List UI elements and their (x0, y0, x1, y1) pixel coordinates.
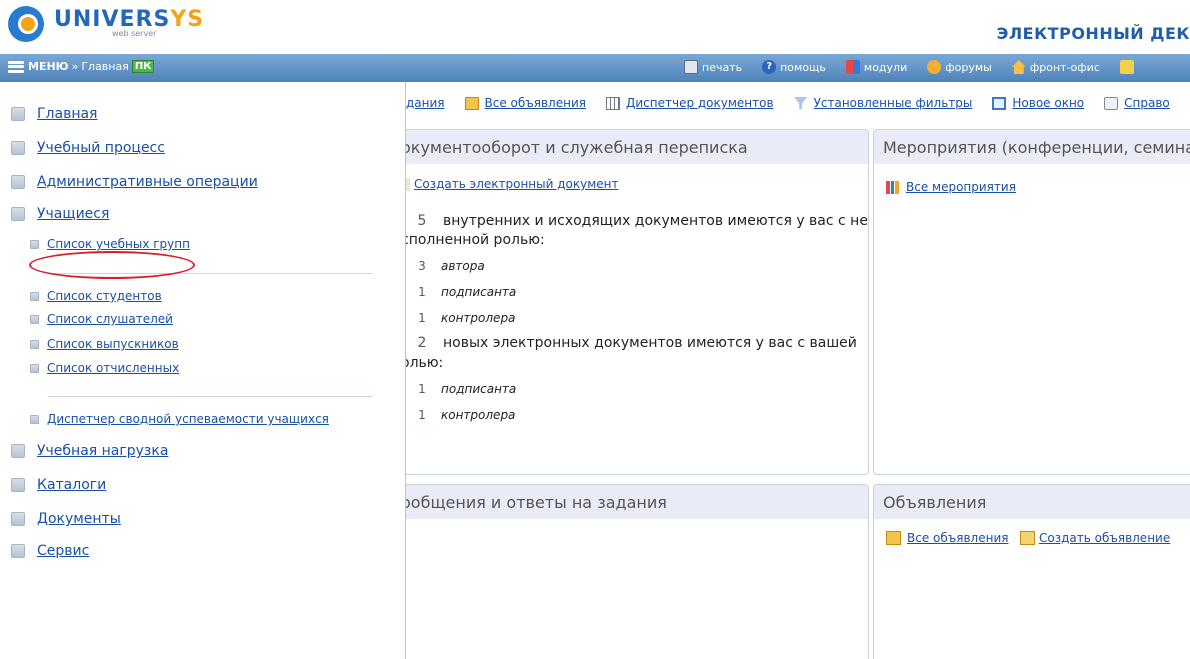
top-nav-bar: МЕНЮ » Главная ПК печать ? помощь модули… (0, 54, 1190, 82)
documents-panel-title: окументооборот и служебная переписка (401, 130, 868, 164)
forums-icon (927, 60, 942, 74)
submenu-students-list[interactable]: Список студентов (30, 289, 162, 303)
document-manager-icon (605, 96, 620, 110)
create-document-link[interactable]: Создать электронный документ (401, 177, 619, 191)
toolbar-document-manager[interactable]: Диспетчер документов (605, 96, 774, 110)
toolbar-filters[interactable]: Установленные фильтры (793, 96, 972, 110)
submenu-bullet-icon (30, 363, 39, 373)
stat-count[interactable]: 2 (407, 335, 437, 351)
front-office-icon (1011, 60, 1026, 74)
breadcrumb-separator: » (71, 60, 79, 73)
menu-bullet-icon (11, 444, 25, 458)
create-announcement-link[interactable]: Создать объявление (1020, 531, 1170, 545)
events-panel-title: Мероприятия (конференции, семина (874, 130, 1190, 164)
announcement-icon (886, 531, 901, 545)
announcements-panel-title: Объявления (874, 485, 1190, 519)
stat-continuation: сполненной ролью: (401, 232, 545, 248)
menu-bullet-icon (11, 107, 25, 121)
pk-badge[interactable]: ПК (131, 60, 155, 73)
toolbar-reference[interactable]: Справо (1104, 96, 1170, 110)
stat-row-author[interactable]: 3 автора (407, 259, 485, 273)
new-window-icon (992, 96, 1007, 110)
events-panel: Мероприятия (конференции, семина Все мер… (873, 129, 1190, 475)
announcements-panel: Объявления Все объявления Создать объявл… (873, 484, 1190, 659)
messages-panel: ообщения и ответы на задания (400, 484, 869, 659)
announcement-icon (464, 96, 479, 110)
logo-title: UNIVERSYS (54, 6, 205, 32)
highlight-annotation (29, 251, 195, 279)
breadcrumb-home[interactable]: Главная (81, 60, 129, 73)
filter-icon (793, 96, 808, 110)
menu-label: МЕНЮ (28, 60, 69, 73)
menu-item-home[interactable]: Главная (11, 106, 97, 122)
menu-item-study-process[interactable]: Учебный процесс (11, 140, 165, 156)
system-title: ЭЛЕКТРОННЫЙ ДЕК (996, 24, 1190, 43)
dashboard-content: дания Все объявления Диспетчер документо… (400, 82, 1190, 659)
menu-bullet-icon (11, 512, 25, 526)
print-button[interactable]: печать (684, 60, 742, 74)
menu-divider (48, 396, 373, 397)
menu-bullet-icon (11, 175, 25, 189)
exit-icon (1119, 60, 1134, 74)
submenu-listeners-list[interactable]: Список слушателей (30, 312, 173, 326)
toolbar-new-window[interactable]: Новое окно (992, 96, 1084, 110)
menu-bullet-icon (11, 478, 25, 492)
stat-unfulfilled: 5 внутренних и исходящих документов имею… (407, 213, 868, 229)
toolbar-tasks-link[interactable]: дания (406, 96, 445, 110)
menu-bullet-icon (11, 207, 25, 221)
submenu-expelled-list[interactable]: Список отчисленных (30, 361, 179, 375)
modules-button[interactable]: модули (845, 60, 907, 74)
modules-icon (845, 60, 860, 74)
menu-item-admin-operations[interactable]: Административные операции (11, 174, 258, 190)
menu-toggle[interactable]: МЕНЮ » Главная ПК (8, 60, 155, 73)
stat-row-controller[interactable]: 1 контролера (407, 311, 515, 325)
submenu-study-groups[interactable]: Список учебных групп (30, 237, 190, 251)
all-announcements-link[interactable]: Все объявления (886, 531, 1008, 545)
front-office-button[interactable]: фронт-офис (1011, 60, 1100, 74)
toolbar-all-announcements[interactable]: Все объявления (464, 96, 586, 110)
content-toolbar: дания Все объявления Диспетчер документо… (406, 96, 1190, 110)
app-header: UNIVERSYS web server ЭЛЕКТРОННЫЙ ДЕК (0, 0, 1190, 54)
messages-panel-title: ообщения и ответы на задания (401, 485, 868, 519)
exit-button[interactable] (1119, 60, 1138, 74)
calendar-grid-icon (886, 180, 899, 194)
print-icon (684, 60, 698, 74)
logo-mark-icon (6, 6, 50, 42)
stat-new-documents: 2 новых электронных документов имеются у… (407, 335, 857, 351)
stat-row-signer[interactable]: 1 подписанта (407, 285, 516, 299)
documents-panel: окументооборот и служебная переписка Соз… (400, 129, 869, 475)
reference-icon (1104, 96, 1119, 110)
stat-count[interactable]: 5 (407, 213, 437, 229)
menu-item-service[interactable]: Сервис (11, 543, 89, 559)
submenu-bullet-icon (30, 314, 39, 324)
stat-row-controller[interactable]: 1 контролера (407, 408, 515, 422)
help-button[interactable]: ? помощь (762, 60, 826, 74)
submenu-graduates-list[interactable]: Список выпускников (30, 337, 179, 351)
menu-item-students[interactable]: Учащиеся (11, 206, 109, 222)
menu-bullet-icon (11, 141, 25, 155)
menu-item-documents[interactable]: Документы (11, 511, 121, 527)
stat-row-signer[interactable]: 1 подписанта (407, 382, 516, 396)
forums-button[interactable]: форумы (927, 60, 992, 74)
help-icon: ? (762, 60, 777, 74)
menu-item-catalogs[interactable]: Каталоги (11, 477, 106, 493)
all-events-link[interactable]: Все мероприятия (886, 180, 1016, 194)
hamburger-icon (8, 60, 24, 73)
submenu-performance-manager[interactable]: Диспетчер сводной успеваемости учащихся (30, 412, 329, 426)
side-menu: Главная Учебный процесс Административные… (0, 82, 406, 659)
universys-logo[interactable]: UNIVERSYS web server (6, 6, 205, 42)
submenu-bullet-icon (30, 339, 39, 349)
submenu-bullet-icon (30, 239, 39, 249)
stat-continuation: олью: (401, 355, 444, 371)
submenu-bullet-icon (30, 414, 39, 424)
menu-bullet-icon (11, 544, 25, 558)
menu-item-workload[interactable]: Учебная нагрузка (11, 443, 168, 459)
bar-actions: печать ? помощь модули форумы фронт-офис (684, 60, 1158, 74)
create-announcement-icon (1020, 531, 1035, 545)
submenu-bullet-icon (30, 291, 39, 301)
